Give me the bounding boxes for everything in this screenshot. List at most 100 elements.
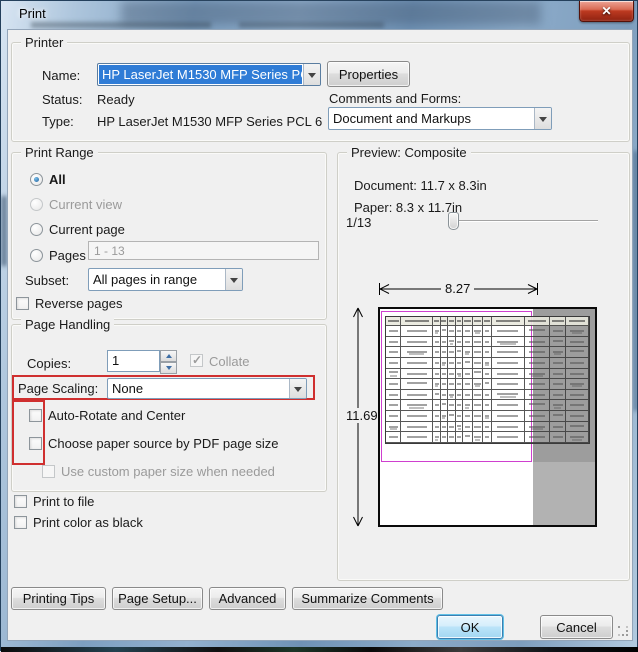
preview-table-cell xyxy=(473,379,484,390)
preview-table-cell xyxy=(566,400,589,411)
radio-all-label[interactable]: All xyxy=(49,172,66,187)
close-icon: ✕ xyxy=(601,4,611,18)
paper-source-checkbox[interactable] xyxy=(29,437,42,450)
cancel-button[interactable]: Cancel xyxy=(540,615,613,639)
preview-table-cell xyxy=(456,358,463,369)
preview-table-cell xyxy=(463,337,473,348)
preview-table-cell xyxy=(401,326,433,337)
preview-table-cell xyxy=(483,317,491,326)
preview-table-cell xyxy=(525,379,550,390)
preview-table-cell xyxy=(441,317,448,326)
custom-paper-checkbox xyxy=(42,465,55,478)
print-color-black-checkbox[interactable] xyxy=(14,516,27,529)
preview-table-cell xyxy=(550,432,567,443)
properties-button[interactable]: Properties xyxy=(327,61,410,87)
copies-input[interactable]: 1 xyxy=(107,350,160,372)
radio-current-view-label: Current view xyxy=(49,197,122,212)
preview-table-cell xyxy=(550,326,567,337)
preview-table-cell xyxy=(566,432,589,443)
preview-table-cell xyxy=(473,411,484,422)
printing-tips-button[interactable]: Printing Tips xyxy=(11,587,106,610)
preview-table-cell xyxy=(448,317,456,326)
pages-range-input[interactable]: 1 - 13 xyxy=(88,241,319,260)
stepper-up-icon[interactable] xyxy=(160,350,177,362)
reverse-pages-label[interactable]: Reverse pages xyxy=(35,296,122,311)
collate-label: Collate xyxy=(209,354,249,369)
preview-table-cell xyxy=(433,369,440,380)
preview-table-cell xyxy=(441,369,448,380)
preview-table-cell xyxy=(448,369,456,380)
preview-group-title: Preview: Composite xyxy=(347,145,471,160)
summarize-comments-button[interactable]: Summarize Comments xyxy=(292,587,443,610)
copies-label: Copies: xyxy=(27,356,71,371)
preview-table-cell xyxy=(492,317,525,326)
preview-table-cell xyxy=(386,369,401,380)
preview-table-cell xyxy=(566,411,589,422)
chevron-down-icon[interactable] xyxy=(289,379,306,398)
preview-page-slider-thumb[interactable] xyxy=(448,212,459,230)
preview-table-cell xyxy=(483,400,491,411)
printer-name-select[interactable]: HP LaserJet M1530 MFP Series PCL 6 xyxy=(97,63,321,86)
resize-grip[interactable] xyxy=(618,626,629,637)
preview-table-cell xyxy=(433,390,440,401)
preview-table-cell xyxy=(473,422,484,433)
preview-table-cell xyxy=(456,379,463,390)
preview-table-cell xyxy=(401,411,433,422)
preview-table-cell xyxy=(483,358,491,369)
print-to-file-label[interactable]: Print to file xyxy=(33,494,94,509)
radio-current-page[interactable] xyxy=(30,223,43,236)
preview-table-cell xyxy=(386,422,401,433)
preview-table-cell xyxy=(473,337,484,348)
printer-type-label: Type: xyxy=(42,114,74,129)
preview-table-cell xyxy=(456,390,463,401)
reverse-pages-checkbox[interactable] xyxy=(16,297,29,310)
comments-forms-select[interactable]: Document and Markups xyxy=(328,107,552,130)
print-color-black-label[interactable]: Print color as black xyxy=(33,515,143,530)
radio-pages[interactable] xyxy=(30,249,43,262)
radio-all[interactable] xyxy=(30,173,43,186)
stepper-down-icon[interactable] xyxy=(160,362,177,374)
preview-page-frame xyxy=(378,307,597,527)
preview-table-cell xyxy=(492,400,525,411)
preview-table-cell xyxy=(433,422,440,433)
preview-table-cell xyxy=(566,337,589,348)
window-title: Print xyxy=(19,6,46,21)
auto-rotate-checkbox[interactable] xyxy=(29,409,42,422)
preview-table-cell xyxy=(401,390,433,401)
preview-table-cell xyxy=(525,432,550,443)
radio-current-page-label[interactable]: Current page xyxy=(49,222,125,237)
chevron-down-icon[interactable] xyxy=(303,64,320,85)
paper-source-label[interactable]: Choose paper source by PDF page size xyxy=(48,436,279,451)
preview-table-cell xyxy=(463,400,473,411)
preview-table-cell xyxy=(441,337,448,348)
page-scaling-select[interactable]: None xyxy=(107,378,307,399)
preview-table-cell xyxy=(456,337,463,348)
preview-page-slider-track[interactable] xyxy=(450,220,598,222)
auto-rotate-label[interactable]: Auto-Rotate and Center xyxy=(48,408,185,423)
radio-current-view xyxy=(30,198,43,211)
close-button[interactable]: ✕ xyxy=(579,1,634,22)
preview-table-cell xyxy=(525,347,550,358)
preview-table-cell xyxy=(386,317,401,326)
preview-table-cell xyxy=(456,411,463,422)
preview-table-cell xyxy=(456,400,463,411)
preview-table-cell xyxy=(401,317,433,326)
preview-table-cell xyxy=(433,432,440,443)
copies-stepper[interactable] xyxy=(160,350,177,372)
preview-table-cell xyxy=(550,317,567,326)
print-to-file-checkbox[interactable] xyxy=(14,495,27,508)
subset-select[interactable]: All pages in range xyxy=(88,268,243,291)
preview-table-cell xyxy=(463,347,473,358)
chevron-down-icon[interactable] xyxy=(534,108,551,129)
preview-table-cell xyxy=(492,337,525,348)
advanced-button[interactable]: Advanced xyxy=(209,587,286,610)
preview-table-cell xyxy=(441,347,448,358)
preview-table-cell xyxy=(483,326,491,337)
radio-pages-label[interactable]: Pages xyxy=(49,248,86,263)
preview-table-cell xyxy=(401,347,433,358)
preview-table-cell xyxy=(401,369,433,380)
ok-button[interactable]: OK xyxy=(437,615,503,639)
page-setup-button[interactable]: Page Setup... xyxy=(112,587,203,610)
chevron-down-icon[interactable] xyxy=(225,269,242,290)
preview-table-cell xyxy=(448,432,456,443)
